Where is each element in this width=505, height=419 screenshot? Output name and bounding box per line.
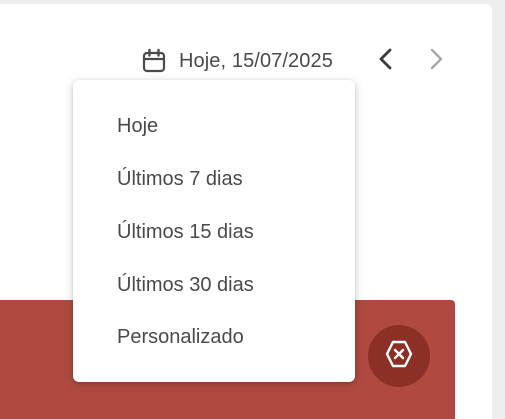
next-date-button[interactable] bbox=[422, 47, 450, 75]
date-range-dropdown: Hoje Últimos 7 dias Últimos 15 dias Últi… bbox=[73, 80, 355, 382]
chevron-left-icon bbox=[376, 47, 396, 76]
dropdown-item-ultimos-30-dias[interactable]: Últimos 30 dias bbox=[117, 270, 254, 300]
previous-date-button[interactable] bbox=[372, 47, 400, 75]
dropdown-item-ultimos-15-dias[interactable]: Últimos 15 dias bbox=[117, 217, 254, 247]
dropdown-item-personalizado[interactable]: Personalizado bbox=[117, 322, 244, 352]
dropdown-item-hoje[interactable]: Hoje bbox=[117, 111, 158, 141]
dropdown-item-ultimos-7-dias[interactable]: Últimos 7 dias bbox=[117, 164, 243, 194]
chevron-right-icon bbox=[426, 47, 446, 76]
calendar-icon bbox=[141, 48, 167, 74]
close-hexagon-icon bbox=[384, 339, 414, 374]
date-selector[interactable]: Hoje, 15/07/2025 bbox=[141, 45, 333, 77]
page: Hoje, 15/07/2025 Hoje Últimos 7 dias Últ… bbox=[0, 0, 505, 419]
date-label[interactable]: Hoje, 15/07/2025 bbox=[179, 50, 333, 73]
banner-action-button[interactable] bbox=[368, 325, 430, 387]
